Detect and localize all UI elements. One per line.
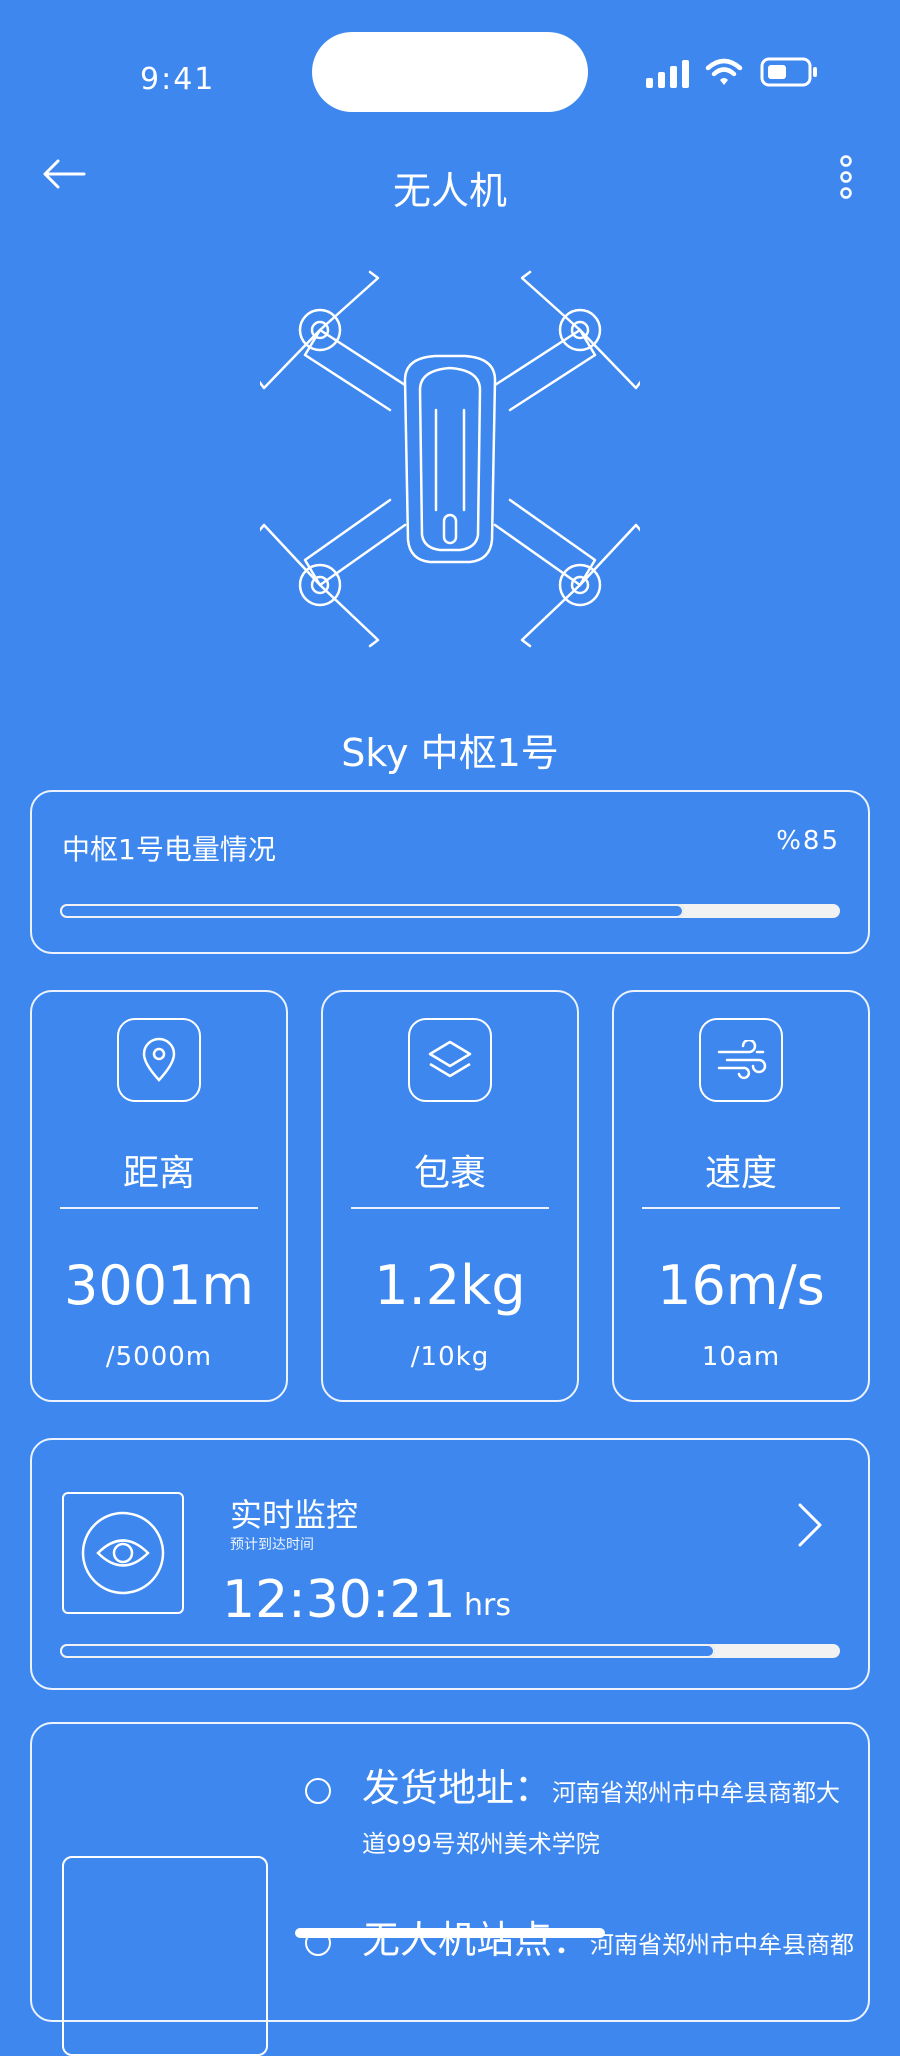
wind-icon bbox=[699, 1018, 783, 1102]
more-button[interactable] bbox=[836, 154, 856, 204]
dynamic-island bbox=[312, 32, 588, 112]
shipping-address: 发货地址：河南省郑州市中牟县商都大 道999号郑州美术学院 bbox=[362, 1764, 882, 1871]
drone-illustration bbox=[256, 270, 644, 654]
eye-icon bbox=[81, 1511, 165, 1595]
battery-status-icon bbox=[760, 56, 818, 92]
speed-value: 16m/s bbox=[657, 1254, 825, 1317]
station-address: 无人机站点：河南省郑州市中牟县商都 bbox=[362, 1916, 900, 1972]
shipping-marker-icon bbox=[305, 1778, 331, 1804]
location-pin-icon bbox=[117, 1018, 201, 1102]
home-indicator[interactable] bbox=[295, 1928, 605, 1938]
more-vertical-icon bbox=[840, 155, 852, 199]
monitor-unit: hrs bbox=[464, 1588, 511, 1623]
signal-icon bbox=[646, 58, 692, 92]
chevron-right-icon[interactable] bbox=[796, 1502, 824, 1552]
eye-icon-box bbox=[62, 1492, 184, 1614]
route-card: 发货地址：河南省郑州市中牟县商都大 道999号郑州美术学院 无人机站点：河南省郑… bbox=[30, 1722, 870, 2056]
status-time: 9:41 bbox=[140, 62, 216, 97]
package-value: 1.2kg bbox=[374, 1254, 526, 1317]
divider bbox=[60, 1207, 258, 1209]
monitor-title: 实时监控 bbox=[230, 1496, 359, 1534]
stat-card-package[interactable]: 包裹 1.2kg /10kg bbox=[321, 990, 579, 1402]
divider bbox=[351, 1207, 549, 1209]
wifi-icon bbox=[704, 56, 744, 92]
divider bbox=[642, 1207, 840, 1209]
layers-icon bbox=[408, 1018, 492, 1102]
battery-label: 中枢1号电量情况 bbox=[62, 833, 276, 866]
map-thumbnail[interactable] bbox=[62, 1856, 268, 2056]
package-max: /10kg bbox=[410, 1342, 490, 1372]
battery-bar-fill bbox=[60, 904, 684, 918]
station-label: 无人机站点： bbox=[362, 1918, 591, 1962]
page-title: 无人机 bbox=[392, 169, 507, 213]
shipping-address-line1: 河南省郑州市中牟县商都大 bbox=[552, 1779, 841, 1807]
package-label: 包裹 bbox=[413, 1153, 486, 1194]
drone-name: Sky 中枢1号 bbox=[341, 731, 559, 775]
distance-max: /5000m bbox=[105, 1342, 213, 1372]
shipping-label: 发货地址： bbox=[362, 1766, 553, 1810]
speed-label: 速度 bbox=[704, 1153, 777, 1194]
eta-progress-fill bbox=[60, 1644, 716, 1658]
station-address-text: 河南省郑州市中牟县商都 bbox=[590, 1931, 855, 1959]
monitor-card[interactable]: 实时监控 预计到达时间 12:30:21 hrs bbox=[30, 1438, 870, 1690]
speed-time: 10am bbox=[701, 1342, 781, 1372]
stat-card-distance[interactable]: 距离 3001m /5000m bbox=[30, 990, 288, 1402]
monitor-subtitle: 预计到达时间 bbox=[230, 1537, 314, 1553]
distance-label: 距离 bbox=[122, 1153, 195, 1194]
distance-value: 3001m bbox=[63, 1254, 255, 1317]
stat-card-speed[interactable]: 速度 16m/s 10am bbox=[612, 990, 870, 1402]
battery-bar bbox=[60, 904, 840, 918]
shipping-address-line2: 道999号郑州美术学院 bbox=[362, 1830, 600, 1858]
eta-progress-bar bbox=[60, 1644, 840, 1658]
monitor-time: 12:30:21 bbox=[222, 1570, 456, 1630]
battery-percent: %85 bbox=[776, 826, 840, 856]
battery-card: 中枢1号电量情况 %85 bbox=[30, 790, 870, 954]
